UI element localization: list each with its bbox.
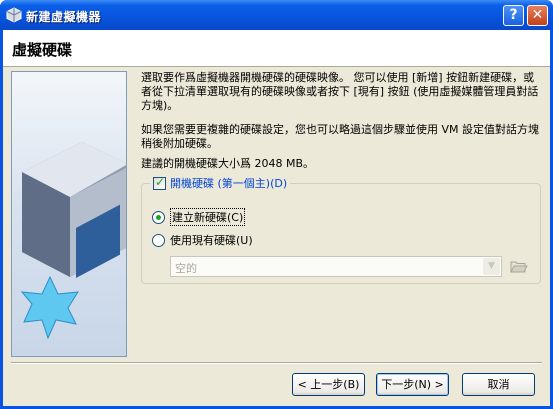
description-intro: 選取要作爲虛擬機器開機硬碟的硬碟映像。 您可以使用 [新增] 按鈕新建硬碟，或者…	[141, 71, 539, 112]
back-button[interactable]: < 上一步(B)	[292, 373, 365, 396]
boot-disk-legend[interactable]: ✓ 開機硬碟 (第一個主)(D)	[150, 174, 291, 190]
checkmark-icon: ✓	[155, 174, 166, 189]
virtualbox-icon	[6, 7, 22, 23]
boot-disk-label: 開機硬碟 (第一個主)(D)	[170, 177, 288, 190]
page-title: 虛擬硬碟	[12, 41, 73, 59]
button-separator	[11, 362, 542, 364]
create-new-disk-radio[interactable]	[152, 210, 165, 224]
use-existing-disk-radio[interactable]	[152, 233, 165, 247]
wizard-side-image	[11, 71, 127, 357]
folder-open-icon	[510, 261, 528, 273]
dialog-body: 虛擬硬碟 選取要作爲虛擬機器開機硬碟的硬碟映像。 您可以使用 [新增] 按鈕新建…	[3, 30, 550, 406]
create-new-disk-option[interactable]: 建立新硬碟(C)	[152, 208, 246, 226]
select-disk-folder-button[interactable]	[508, 256, 529, 277]
create-new-disk-label: 建立新硬碟(C)	[170, 208, 246, 226]
use-existing-disk-label: 使用現有硬碟(U)	[170, 234, 253, 247]
existing-disk-select[interactable]: 空的 ▼	[170, 256, 502, 277]
window-title: 新建虛擬機器	[26, 10, 102, 24]
radio-selected-dot	[156, 214, 161, 220]
help-button[interactable]: ?	[503, 5, 524, 26]
page-header: 虛擬硬碟	[3, 30, 550, 67]
boot-disk-checkbox[interactable]: ✓	[153, 174, 166, 190]
close-button[interactable]: ✕	[527, 5, 548, 26]
description-advanced: 如果您需要更複雜的硬碟設定，您也可以略過這個步驟並使用 VM 設定值對話方塊稍後…	[141, 123, 540, 150]
use-existing-disk-option[interactable]: 使用現有硬碟(U)	[152, 232, 253, 248]
boot-disk-group: ✓ 開機硬碟 (第一個主)(D) 建立新硬碟(C) 使用現有硬碟(U) 空的 ▼	[141, 175, 541, 284]
dialog-window: 新建虛擬機器 ? ✕ 虛擬硬碟 選取要作爲虛擬機器開機硬碟的硬碟映像。 您可以使…	[0, 0, 553, 409]
next-button[interactable]: 下一步(N) >	[376, 373, 449, 396]
cancel-button[interactable]: 取消	[462, 373, 535, 396]
recommended-size-text: 建議的開機硬碟大小爲 2048 MB。	[141, 157, 315, 170]
chevron-down-icon[interactable]: ▼	[483, 258, 500, 275]
existing-disk-value: 空的	[175, 262, 197, 275]
title-bar[interactable]: 新建虛擬機器 ? ✕	[0, 0, 553, 30]
